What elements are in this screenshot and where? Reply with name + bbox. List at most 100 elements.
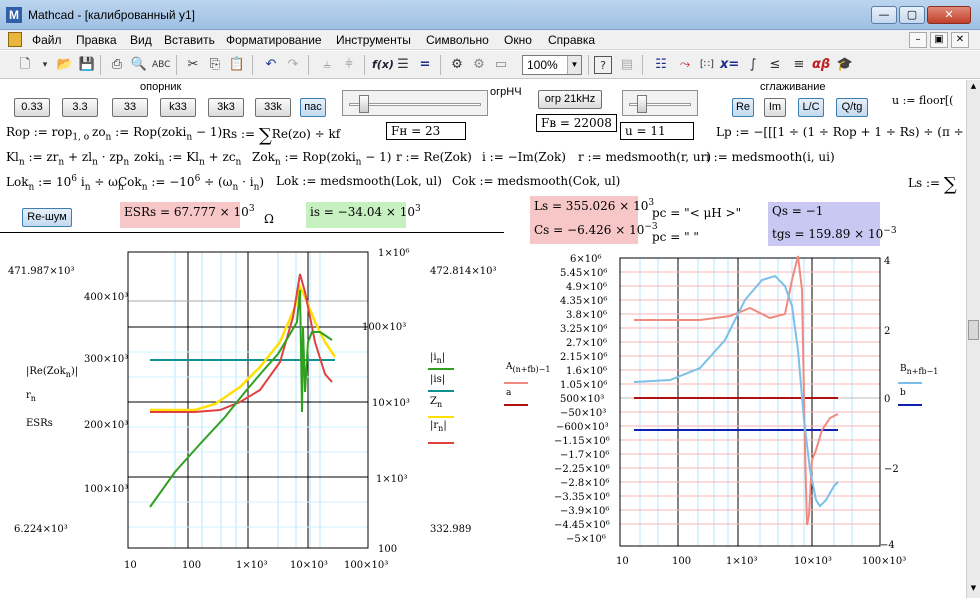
- btn-lc[interactable]: L/C: [798, 98, 824, 117]
- chevron-down-icon[interactable]: ▼: [567, 56, 581, 74]
- redo-icon[interactable]: ↷: [284, 56, 302, 74]
- calculus-palette-icon[interactable]: ∫: [744, 56, 762, 74]
- btn-re[interactable]: Re: [732, 98, 754, 117]
- zoom-select[interactable]: 100% ▼: [522, 55, 582, 75]
- save-icon[interactable]: 💾: [78, 56, 96, 74]
- legend-A: A(n+fb)−1: [506, 362, 550, 374]
- help-icon[interactable]: ?: [594, 56, 612, 74]
- zoki-def: zokin := Kln + zcn: [134, 150, 241, 167]
- rop-def-sub: 1, o: [72, 132, 90, 143]
- zok-def-text: Zok: [252, 150, 275, 164]
- cok-def-sup: 6: [194, 174, 201, 184]
- insert-component-icon[interactable]: ⚙: [448, 56, 466, 74]
- menu-insert[interactable]: Вставить: [164, 33, 215, 47]
- copy-icon[interactable]: ⎘: [206, 56, 224, 74]
- align-left-icon[interactable]: ⫩: [340, 56, 358, 74]
- lok-def-rhs3: ÷ ω: [94, 175, 118, 189]
- insert-function-icon[interactable]: f(x): [372, 56, 394, 74]
- cok-def-rhs2: ÷ (ω: [204, 175, 233, 189]
- is-result: is = −34.04 × 103: [306, 202, 421, 228]
- x-tick-100k: 100×10³: [344, 560, 388, 571]
- new-document-icon[interactable]: 🗋: [16, 56, 34, 74]
- menu-format[interactable]: Форматирование: [226, 33, 322, 47]
- legend-rn: |rn|: [430, 420, 447, 433]
- menu-symbolics[interactable]: Символьно: [426, 33, 489, 47]
- programming-palette-icon[interactable]: ≡: [790, 56, 808, 74]
- align-top-icon[interactable]: ⫨: [318, 56, 336, 74]
- y-tick: 1.6×10⁶: [566, 366, 607, 377]
- zoki-def-sub3: n: [235, 157, 242, 168]
- tgs-text: tgs = 159.89 × 10: [772, 227, 884, 241]
- cs-text: Cs = −6.426 × 10: [534, 223, 645, 237]
- spell-check-icon[interactable]: ABC: [152, 56, 170, 74]
- resource-center-icon[interactable]: ▤: [618, 56, 636, 74]
- kl-def-rhs2: + zl: [68, 150, 93, 164]
- scroll-up-icon[interactable]: ▲: [968, 82, 979, 94]
- insert-hyperlink-icon[interactable]: ▭: [492, 56, 510, 74]
- btn-k33[interactable]: k33: [160, 98, 196, 117]
- vertical-scrollbar[interactable]: ▲ ▼: [966, 80, 980, 598]
- btn-pas[interactable]: пас: [300, 98, 326, 117]
- greek-palette-icon[interactable]: αβ: [812, 56, 830, 74]
- mdi-close-button[interactable]: ✕: [951, 32, 969, 48]
- btn-ogr-21khz[interactable]: огр 21kHz: [538, 90, 602, 109]
- legend-B-sub: n+fb−1: [906, 366, 939, 376]
- undo-icon[interactable]: ↶: [262, 56, 280, 74]
- open-folder-icon[interactable]: 📂: [56, 56, 74, 74]
- toolbar-separator: [364, 55, 365, 75]
- mdi-minimize-button[interactable]: –: [909, 32, 927, 48]
- btn-re-shum[interactable]: Re-шум: [22, 208, 72, 227]
- btn-qtg[interactable]: Q/tg: [836, 98, 868, 117]
- scroll-thumb[interactable]: [968, 320, 979, 340]
- mdi-restore-button[interactable]: ▣: [930, 32, 948, 48]
- menu-help[interactable]: Справка: [548, 33, 595, 47]
- close-button[interactable]: ✕: [927, 6, 971, 24]
- left-plot[interactable]: 471.987×10³ 6.224×10³ 472.814×10³ 332.98…: [0, 232, 510, 598]
- slider-thumb[interactable]: [637, 95, 647, 113]
- left-plot-svg: 471.987×10³ 6.224×10³ 472.814×10³ 332.98…: [8, 248, 496, 571]
- cut-icon[interactable]: ✂: [184, 56, 202, 74]
- menu-edit[interactable]: Правка: [76, 33, 117, 47]
- legend-zn-text: Z: [430, 396, 437, 407]
- worksheet[interactable]: опорник 0.33 3.3 33 k33 3k3 33k пас огрН…: [0, 80, 966, 598]
- cok-def-sub2: n: [232, 182, 239, 193]
- graph-palette-icon[interactable]: ⤳: [676, 56, 694, 74]
- smooth-slider[interactable]: [622, 90, 698, 116]
- maximize-button[interactable]: ▢: [899, 6, 925, 24]
- y-tick: 1.05×10⁶: [560, 380, 607, 391]
- esrs-exp: 3: [248, 204, 255, 214]
- menu-file[interactable]: Файл: [32, 33, 62, 47]
- new-dropdown-icon[interactable]: ▾: [36, 56, 54, 74]
- print-icon[interactable]: ⎙: [108, 56, 126, 74]
- print-preview-icon[interactable]: 🔍: [130, 56, 148, 74]
- slider-thumb[interactable]: [359, 95, 369, 113]
- document-icon[interactable]: [8, 32, 22, 47]
- boolean-palette-icon[interactable]: ≤: [766, 56, 784, 74]
- symbolic-palette-icon[interactable]: 🎓: [836, 56, 854, 74]
- i-def: i := −Im(Zok): [482, 150, 566, 164]
- btn-0-33[interactable]: 0.33: [14, 98, 50, 117]
- matrix-palette-icon[interactable]: [∷]: [698, 56, 716, 74]
- pc-units: pc = "< μH >": [652, 206, 742, 220]
- scroll-down-icon[interactable]: ▼: [968, 584, 979, 596]
- curve-B: [633, 274, 839, 508]
- btn-im[interactable]: Im: [764, 98, 786, 117]
- minimize-button[interactable]: —: [871, 6, 897, 24]
- btn-33[interactable]: 33: [112, 98, 148, 117]
- menu-window[interactable]: Окно: [504, 33, 532, 47]
- esrs-result: ESRs = 67.777 × 103: [120, 202, 255, 228]
- right-plot[interactable]: 6×10⁶ 5.45×10⁶ 4.9×10⁶ 4.35×10⁶ 3.8×10⁶ …: [500, 250, 966, 598]
- calculate-icon[interactable]: =: [416, 56, 434, 74]
- run-script-icon[interactable]: ⚙: [470, 56, 488, 74]
- x-tick-1k: 1×10³: [236, 560, 267, 571]
- btn-3k3[interactable]: 3k3: [208, 98, 244, 117]
- ogrnch-slider[interactable]: [342, 90, 488, 116]
- evaluation-palette-icon[interactable]: x=: [720, 56, 739, 74]
- insert-unit-icon[interactable]: ☰: [394, 56, 412, 74]
- btn-3-3[interactable]: 3.3: [62, 98, 98, 117]
- menu-tools[interactable]: Инструменты: [336, 33, 411, 47]
- paste-icon[interactable]: 📋: [228, 56, 246, 74]
- menu-view[interactable]: Вид: [130, 33, 152, 47]
- calculator-palette-icon[interactable]: ☷: [652, 56, 670, 74]
- btn-33k[interactable]: 33k: [255, 98, 291, 117]
